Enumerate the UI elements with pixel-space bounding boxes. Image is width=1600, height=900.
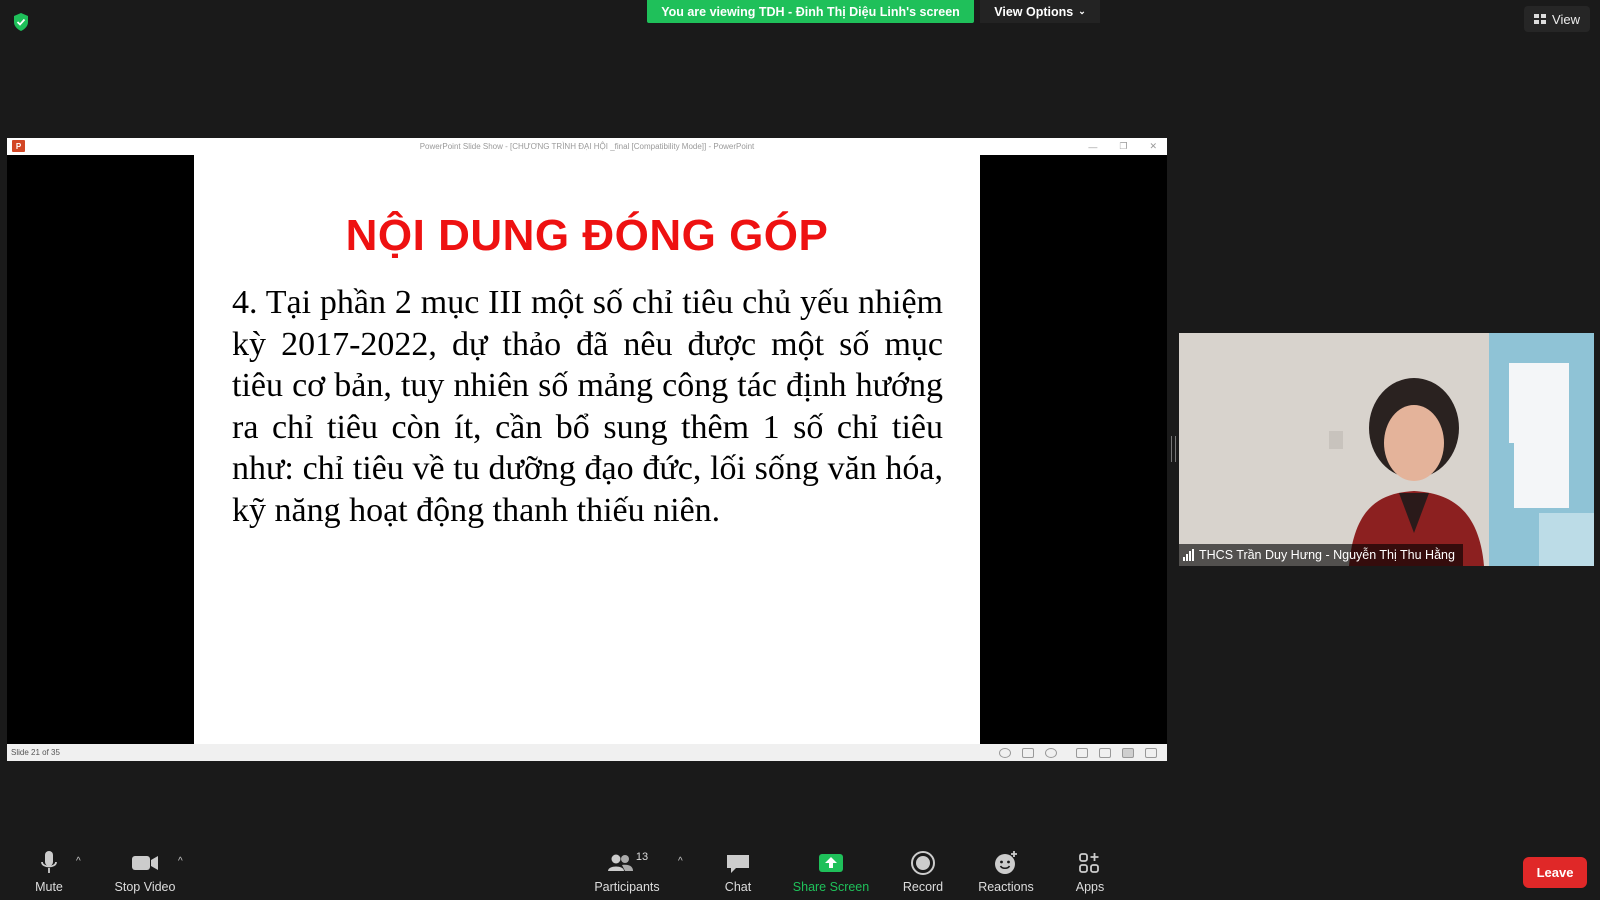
normal-view-icon <box>1076 747 1088 758</box>
video-options-caret-icon[interactable]: ^ <box>178 856 183 867</box>
ppt-titlebar: P PowerPoint Slide Show - [CHƯƠNG TRÌNH … <box>7 138 1167 155</box>
participants-icon <box>607 854 633 871</box>
record-button[interactable]: Record <box>900 840 946 896</box>
participant-name: THCS Trần Duy Hưng - Nguyễn Thị Thu Hằng <box>1199 548 1455 562</box>
share-screen-icon <box>819 854 843 872</box>
reactions-button[interactable]: Reactions <box>976 840 1036 896</box>
participants-label: Participants <box>594 880 660 894</box>
mute-button[interactable]: Mute <box>28 840 70 896</box>
reactions-label: Reactions <box>978 880 1034 894</box>
panel-splitter-handle[interactable] <box>1171 436 1176 462</box>
apps-icon <box>1079 853 1099 873</box>
slide: NỘI DUNG ĐÓNG GÓP 4. Tại phần 2 mục III … <box>194 155 980 744</box>
signal-strength-icon <box>1183 549 1194 561</box>
video-feed <box>1179 333 1594 566</box>
slide-menu-icon <box>1022 747 1034 758</box>
slide-sorter-icon <box>1099 747 1111 758</box>
slide-body-text: 4. Tại phần 2 mục III một số chỉ tiêu ch… <box>232 284 943 529</box>
meeting-toolbar: Mute ^ Stop Video ^ 13 Participants ^ Ch… <box>0 840 1600 900</box>
reading-view-icon <box>1122 747 1134 758</box>
shared-screen: P PowerPoint Slide Show - [CHƯƠNG TRÌNH … <box>7 138 1167 761</box>
view-button[interactable]: View <box>1524 6 1590 32</box>
slideshow-icon <box>1145 747 1157 758</box>
viewing-screen-banner: You are viewing TDH - Đinh Thị Diệu Linh… <box>647 0 974 23</box>
window-controls: — ❐ ✕ <box>1088 138 1157 155</box>
video-camera-icon <box>132 856 158 870</box>
stop-video-label: Stop Video <box>114 880 176 894</box>
participants-icon-wrap: 13 <box>606 840 648 880</box>
participants-count: 13 <box>635 851 649 863</box>
chat-bubble-icon <box>727 855 749 873</box>
microphone-icon <box>41 851 57 873</box>
chat-label: Chat <box>724 880 752 894</box>
slide-title: NỘI DUNG ĐÓNG GÓP <box>345 211 829 260</box>
chat-button[interactable]: Chat <box>720 840 756 896</box>
chevron-down-icon: ⌄ <box>1078 6 1086 16</box>
leave-button[interactable]: Leave <box>1523 857 1587 888</box>
restore-icon: ❐ <box>1119 141 1128 151</box>
participant-name-label: THCS Trần Duy Hưng - Nguyễn Thị Thu Hằng <box>1179 544 1463 566</box>
close-icon: ✕ <box>1149 141 1157 151</box>
share-screen-label: Share Screen <box>792 880 870 894</box>
previous-slide-icon <box>999 747 1011 758</box>
view-options-label: View Options <box>994 4 1074 19</box>
participant-video[interactable]: THCS Trần Duy Hưng - Nguyễn Thị Thu Hằng <box>1179 333 1594 566</box>
ppt-statusbar: Slide 21 of 35 <box>7 744 1167 761</box>
share-screen-button[interactable]: Share Screen <box>792 840 870 896</box>
grid-view-icon <box>1534 13 1547 24</box>
next-slide-icon <box>1045 747 1057 758</box>
record-icon <box>911 851 935 875</box>
participants-options-caret-icon[interactable]: ^ <box>678 856 683 867</box>
slide-counter: Slide 21 of 35 <box>11 748 60 757</box>
minimize-icon: — <box>1088 141 1098 152</box>
powerpoint-logo-icon: P <box>12 140 25 152</box>
ppt-status-icons <box>999 744 1157 761</box>
ppt-window-title: PowerPoint Slide Show - [CHƯƠNG TRÌNH ĐẠ… <box>419 142 755 151</box>
reactions-smiley-icon <box>995 851 1017 874</box>
mute-label: Mute <box>35 880 63 894</box>
view-options-button[interactable]: View Options ⌄ <box>980 0 1100 23</box>
view-label: View <box>1552 11 1580 27</box>
apps-button[interactable]: Apps <box>1072 840 1108 896</box>
record-label: Record <box>902 880 944 894</box>
apps-label: Apps <box>1075 880 1105 894</box>
encryption-shield-icon[interactable] <box>12 12 30 32</box>
mute-options-caret-icon[interactable]: ^ <box>76 856 81 867</box>
participants-button[interactable]: 13 Participants <box>592 840 662 896</box>
stop-video-button[interactable]: Stop Video <box>112 840 178 896</box>
